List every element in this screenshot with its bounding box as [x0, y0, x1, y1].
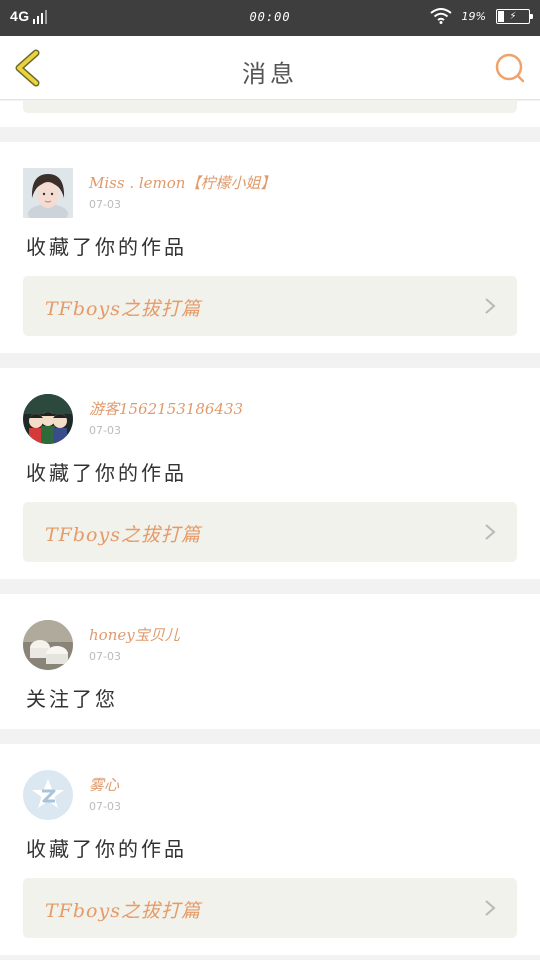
message-card[interactable]: 雾心 07-03 收藏了你的作品 TFboys之拔打篇 — [0, 744, 540, 955]
message-list[interactable]: Miss . lemon【柠檬小姐】 07-03 收藏了你的作品 TFboys之… — [0, 101, 540, 960]
app-header: 消息 — [0, 36, 540, 100]
username[interactable]: 雾心 — [89, 774, 119, 795]
chevron-right-icon — [485, 524, 496, 540]
battery-icon: ⚡ — [496, 8, 533, 24]
page-title: 消息 — [242, 60, 298, 88]
search-icon[interactable] — [492, 50, 528, 86]
work-link[interactable]: TFboys之拔打篇 — [23, 276, 517, 336]
username[interactable]: 游客1562153186433 — [89, 398, 243, 419]
status-bar: 4G 00:00 19% ⚡ — [0, 0, 540, 36]
message-date: 07-03 — [89, 800, 121, 813]
action-text: 收藏了你的作品 — [26, 235, 187, 259]
avatar[interactable] — [23, 168, 73, 218]
username[interactable]: Miss . lemon【柠檬小姐】 — [89, 172, 275, 193]
work-link[interactable]: TFboys之拔打篇 — [23, 878, 517, 938]
message-date: 07-03 — [89, 650, 121, 663]
message-date: 07-03 — [89, 424, 121, 437]
message-card[interactable]: honey宝贝儿 07-03 关注了您 — [0, 594, 540, 729]
chevron-right-icon — [485, 900, 496, 916]
work-link[interactable]: TFboys之拔打篇 — [23, 502, 517, 562]
action-text: 收藏了你的作品 — [26, 461, 187, 485]
chevron-right-icon — [485, 298, 496, 314]
action-text: 关注了您 — [26, 687, 118, 711]
wifi-icon — [429, 8, 452, 24]
avatar[interactable] — [23, 394, 73, 444]
message-date: 07-03 — [89, 198, 121, 211]
work-title: TFboys之拔打篇 — [45, 524, 201, 546]
message-card[interactable]: 游客1562153186433 07-03 收藏了你的作品 TFboys之拔打篇 — [0, 368, 540, 579]
avatar[interactable] — [23, 770, 73, 820]
action-text: 收藏了你的作品 — [26, 837, 187, 861]
work-title: TFboys之拔打篇 — [45, 900, 201, 922]
work-title: TFboys之拔打篇 — [45, 298, 201, 320]
message-card[interactable]: Miss . lemon【柠檬小姐】 07-03 收藏了你的作品 TFboys之… — [0, 142, 540, 353]
avatar[interactable] — [23, 620, 73, 670]
partial-message-card — [0, 101, 540, 127]
username[interactable]: honey宝贝儿 — [89, 624, 180, 645]
battery-percent: 19% — [461, 9, 486, 23]
